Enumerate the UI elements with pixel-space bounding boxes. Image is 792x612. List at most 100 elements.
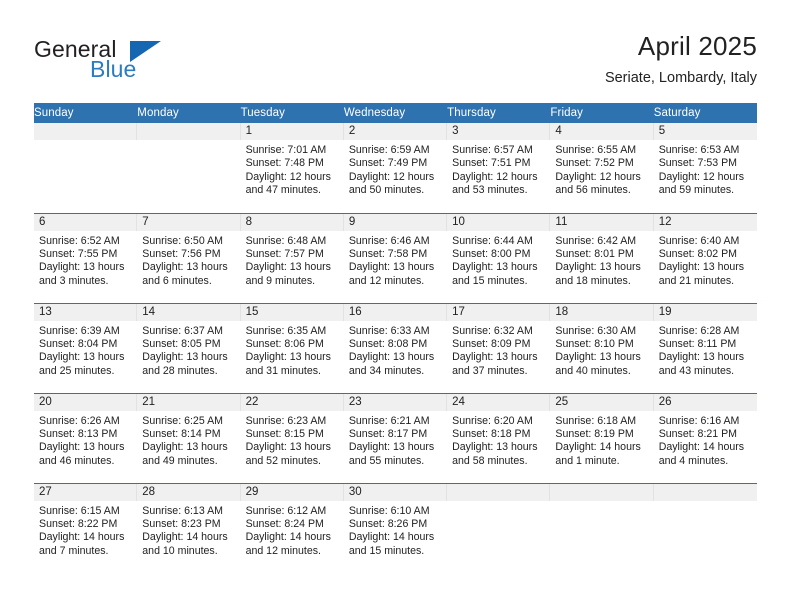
day-cell-inner: 15 Sunrise: 6:35 AM Sunset: 8:06 PM Dayligh… — [240, 303, 344, 392]
daylight-line-1: Daylight: 13 hours — [245, 441, 331, 454]
daylight-line-2: and 15 minutes. — [348, 544, 425, 557]
calendar-day-cell[interactable]: 14 Sunrise: 6:37 AM Sunset: 8:05 PM Dayligh… — [137, 302, 241, 393]
calendar-day-cell[interactable]: 6 Sunrise: 6:52 AM Sunset: 7:55 PM Daylight… — [34, 212, 138, 303]
sunset-line: Sunset: 7:53 PM — [658, 157, 738, 170]
day-cell-inner: 25 Sunrise: 6:18 AM Sunset: 8:19 PM Dayligh… — [550, 393, 654, 482]
day-cell-inner: 1 Sunrise: 7:01 AM Sunset: 7:48 PM Daylight… — [240, 123, 344, 211]
calendar-day-cell[interactable]: 3 Sunrise: 6:57 AM Sunset: 7:51 PM Daylight… — [447, 123, 551, 213]
day-number — [137, 123, 241, 140]
day-number: 24 — [447, 393, 551, 411]
calendar-day-cell[interactable]: 24 Sunrise: 6:20 AM Sunset: 8:18 PM Dayligh… — [447, 392, 551, 483]
calendar-day-cell[interactable]: 19 Sunrise: 6:28 AM Sunset: 8:11 PM Dayligh… — [653, 302, 757, 393]
daylight-line-2: and 15 minutes. — [452, 274, 528, 287]
daylight-line-1: Daylight: 13 hours — [555, 261, 641, 274]
calendar-day-cell[interactable]: 11 Sunrise: 6:42 AM Sunset: 8:01 PM Dayligh… — [550, 212, 654, 303]
day-number: 27 — [34, 483, 138, 501]
day-cell-inner: 3 Sunrise: 6:57 AM Sunset: 7:51 PM Daylight… — [447, 123, 551, 211]
sunrise-line: Sunrise: 6:23 AM — [245, 414, 327, 427]
calendar-day-cell[interactable]: 2 Sunrise: 6:59 AM Sunset: 7:49 PM Daylight… — [343, 123, 448, 213]
day-number: 2 — [343, 123, 448, 140]
weekday-header-wednesday: Wednesday — [343, 103, 448, 123]
daylight-line-1: Daylight: 13 hours — [39, 441, 125, 454]
sunrise-line: Sunrise: 6:37 AM — [142, 324, 223, 337]
calendar-day-cell[interactable]: 12 Sunrise: 6:40 AM Sunset: 8:02 PM Dayligh… — [653, 212, 757, 303]
daylight-line-2: and 7 minutes. — [39, 544, 109, 557]
calendar-day-cell[interactable]: 17 Sunrise: 6:32 AM Sunset: 8:09 PM Dayligh… — [447, 302, 551, 393]
calendar-day-cell[interactable]: 8 Sunrise: 6:48 AM Sunset: 7:57 PM Daylight… — [240, 212, 344, 303]
calendar-day-cell[interactable]: 9 Sunrise: 6:46 AM Sunset: 7:58 PM Daylight… — [343, 212, 448, 303]
sunrise-line: Sunrise: 6:25 AM — [142, 414, 223, 427]
day-cell-inner: 9 Sunrise: 6:46 AM Sunset: 7:58 PM Daylight… — [343, 213, 448, 302]
sunrise-line: Sunrise: 6:26 AM — [39, 414, 120, 427]
calendar-day-cell[interactable]: 30 Sunrise: 6:10 AM Sunset: 8:26 PM Dayligh… — [343, 482, 448, 573]
sunset-line: Sunset: 8:13 PM — [39, 427, 118, 440]
sunset-line: Sunset: 8:19 PM — [555, 427, 634, 440]
calendar-day-cell[interactable]: 23 Sunrise: 6:21 AM Sunset: 8:17 PM Dayligh… — [343, 392, 448, 483]
day-cell-details: Sunrise: 6:20 AM Sunset: 8:18 PM Daylight:… — [447, 411, 550, 469]
day-cell-inner: 11 Sunrise: 6:42 AM Sunset: 8:01 PM Dayligh… — [550, 213, 654, 302]
sunrise-line: Sunrise: 6:40 AM — [658, 234, 740, 247]
calendar-week-row: 1 Sunrise: 7:01 AM Sunset: 7:48 PM Daylight… — [34, 123, 757, 213]
sunrise-line: Sunrise: 6:44 AM — [452, 234, 533, 247]
day-number: 7 — [137, 213, 241, 231]
calendar-day-cell[interactable]: 27 Sunrise: 6:15 AM Sunset: 8:22 PM Dayligh… — [34, 482, 138, 573]
calendar-day-cell[interactable]: 10 Sunrise: 6:44 AM Sunset: 8:00 PM Dayligh… — [447, 212, 551, 303]
daylight-line-1: Daylight: 13 hours — [39, 351, 125, 364]
sunrise-line: Sunrise: 6:33 AM — [348, 324, 430, 337]
calendar-page: General Blue April 2025 Seriate, Lombard… — [0, 0, 792, 612]
day-cell-inner: 2 Sunrise: 6:59 AM Sunset: 7:49 PM Daylight… — [343, 123, 448, 211]
calendar-week-row: 6 Sunrise: 6:52 AM Sunset: 7:55 PM Daylight… — [34, 212, 757, 303]
day-cell-details: Sunrise: 6:30 AM Sunset: 8:10 PM Daylight:… — [550, 321, 653, 379]
day-cell-inner: 4 Sunrise: 6:55 AM Sunset: 7:52 PM Daylight… — [550, 123, 654, 211]
sunrise-line: Sunrise: 6:39 AM — [39, 324, 120, 337]
calendar-day-cell[interactable]: 4 Sunrise: 6:55 AM Sunset: 7:52 PM Daylight… — [550, 123, 654, 213]
day-cell-details: Sunrise: 6:21 AM Sunset: 8:17 PM Daylight:… — [344, 411, 447, 469]
calendar-day-cell[interactable]: 21 Sunrise: 6:25 AM Sunset: 8:14 PM Dayligh… — [137, 392, 241, 483]
daylight-line-1: Daylight: 12 hours — [452, 170, 538, 183]
calendar-day-cell[interactable]: 7 Sunrise: 6:50 AM Sunset: 7:56 PM Daylight… — [137, 212, 241, 303]
calendar-day-cell[interactable]: 13 Sunrise: 6:39 AM Sunset: 8:04 PM Dayligh… — [34, 302, 138, 393]
sunset-line: Sunset: 8:11 PM — [658, 337, 737, 350]
day-cell-details: Sunrise: 6:23 AM Sunset: 8:15 PM Daylight:… — [241, 411, 344, 469]
day-cell-inner: 6 Sunrise: 6:52 AM Sunset: 7:55 PM Daylight… — [34, 213, 138, 302]
calendar-day-cell[interactable]: 22 Sunrise: 6:23 AM Sunset: 8:15 PM Dayligh… — [240, 392, 344, 483]
calendar-day-cell[interactable]: 29 Sunrise: 6:12 AM Sunset: 8:24 PM Dayligh… — [240, 482, 344, 573]
calendar-day-cell[interactable]: 28 Sunrise: 6:13 AM Sunset: 8:23 PM Dayligh… — [137, 482, 241, 573]
calendar-body: 1 Sunrise: 7:01 AM Sunset: 7:48 PM Daylight… — [34, 123, 757, 573]
day-cell-inner: 8 Sunrise: 6:48 AM Sunset: 7:57 PM Daylight… — [240, 213, 344, 302]
calendar-table: Sunday Monday Tuesday Wednesday Thursday Frid… — [34, 103, 757, 573]
day-cell-details: Sunrise: 6:25 AM Sunset: 8:14 PM Daylight:… — [137, 411, 240, 469]
sunset-line: Sunset: 7:51 PM — [452, 157, 531, 170]
calendar-day-cell[interactable]: 5 Sunrise: 6:53 AM Sunset: 7:53 PM Daylight… — [653, 123, 757, 213]
day-number: 20 — [34, 393, 138, 411]
calendar-day-cell[interactable]: 16 Sunrise: 6:33 AM Sunset: 8:08 PM Dayligh… — [343, 302, 448, 393]
calendar-day-cell[interactable]: 25 Sunrise: 6:18 AM Sunset: 8:19 PM Dayligh… — [550, 392, 654, 483]
day-cell-details: Sunrise: 6:10 AM Sunset: 8:26 PM Daylight:… — [344, 501, 447, 559]
day-cell-details: Sunrise: 6:48 AM Sunset: 7:57 PM Daylight:… — [241, 231, 344, 289]
day-cell-inner: 20 Sunrise: 6:26 AM Sunset: 8:13 PM Dayligh… — [34, 393, 138, 482]
calendar-day-cell[interactable]: 18 Sunrise: 6:30 AM Sunset: 8:10 PM Dayligh… — [550, 302, 654, 393]
sunrise-line: Sunrise: 6:12 AM — [245, 504, 327, 517]
calendar-day-cell[interactable]: 26 Sunrise: 6:16 AM Sunset: 8:21 PM Dayligh… — [653, 392, 757, 483]
daylight-line-2: and 25 minutes. — [39, 364, 115, 377]
daylight-line-1: Daylight: 13 hours — [452, 261, 538, 274]
brand-logo[interactable]: General Blue — [34, 36, 264, 88]
calendar-day-cell[interactable]: 15 Sunrise: 6:35 AM Sunset: 8:06 PM Dayligh… — [240, 302, 344, 393]
daylight-line-1: Daylight: 13 hours — [658, 351, 745, 364]
day-cell-inner: 27 Sunrise: 6:15 AM Sunset: 8:22 PM Dayligh… — [34, 483, 138, 572]
day-cell-details: Sunrise: 6:26 AM Sunset: 8:13 PM Daylight:… — [34, 411, 137, 469]
daylight-line-2: and 56 minutes. — [555, 184, 631, 197]
calendar-day-cell[interactable]: 20 Sunrise: 6:26 AM Sunset: 8:13 PM Dayligh… — [34, 392, 138, 483]
weekday-header-monday: Monday — [137, 103, 241, 123]
daylight-line-2: and 12 minutes. — [245, 544, 321, 557]
calendar-day-cell-empty — [34, 123, 138, 213]
day-number: 30 — [343, 483, 448, 501]
daylight-line-1: Daylight: 12 hours — [348, 170, 435, 183]
daylight-line-1: Daylight: 13 hours — [245, 261, 331, 274]
daylight-line-1: Daylight: 14 hours — [658, 441, 745, 454]
daylight-line-2: and 21 minutes. — [658, 274, 735, 287]
day-number: 6 — [34, 213, 138, 231]
day-cell-inner: 21 Sunrise: 6:25 AM Sunset: 8:14 PM Dayligh… — [137, 393, 241, 482]
sunset-line: Sunset: 8:24 PM — [245, 517, 324, 530]
calendar-day-cell[interactable]: 1 Sunrise: 7:01 AM Sunset: 7:48 PM Daylight… — [240, 123, 344, 213]
